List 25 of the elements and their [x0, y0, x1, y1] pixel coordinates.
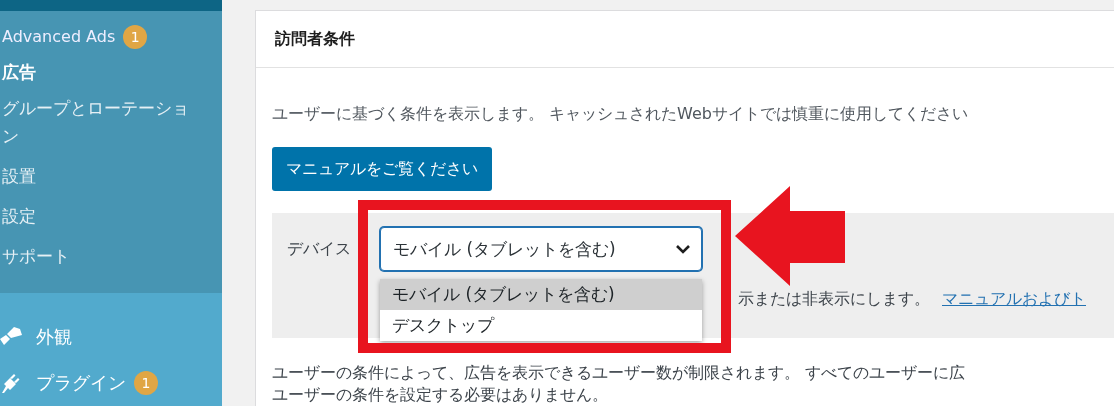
info-text: ユーザーの条件によって、広告を表示できるユーザー数が制限されます。 すべてのユーザーに広 — [272, 362, 967, 384]
info-text: ユーザーの条件を設定する必要はありません。 — [272, 384, 609, 406]
submenu-item[interactable]: グループとローテーション — [0, 91, 197, 156]
intro-text: ユーザーに基づく条件を表示します。 キャッシュされたWebサイトでは慎重に使用してください — [272, 103, 969, 125]
count-badge: 1 — [123, 24, 148, 49]
arrow-icon — [735, 186, 845, 286]
condition-label: デバイス — [287, 238, 352, 260]
submenu-item[interactable]: 設定 — [0, 195, 197, 236]
menu-item[interactable]: Advanced Ads 1 — [0, 21, 222, 52]
dropdown-option[interactable]: モバイル (タブレットを含む) — [380, 279, 702, 310]
panel-title: 訪問者条件 — [275, 28, 355, 50]
count-badge: 1 — [134, 371, 158, 395]
description-text: 示または非表示にします。 — [738, 289, 930, 310]
device-select[interactable]: モバイル (タブレットを含む) — [380, 227, 702, 271]
manual-link[interactable]: マニュアルおよびト — [942, 289, 1086, 310]
submenu-item[interactable]: サポート — [0, 235, 197, 276]
manual-button[interactable]: マニュアルをご覧ください — [272, 147, 492, 191]
menu-item[interactable]: 外観 — [36, 325, 72, 349]
brush-icon — [0, 327, 22, 347]
menu-item[interactable]: プラグイン — [36, 371, 126, 395]
plug-icon — [0, 373, 22, 393]
submenu-item[interactable]: 設置 — [0, 155, 197, 196]
dropdown-option[interactable]: デスクトップ — [380, 310, 702, 341]
chevron-icon — [675, 244, 691, 254]
submenu-item[interactable]: 広告 — [0, 51, 197, 92]
